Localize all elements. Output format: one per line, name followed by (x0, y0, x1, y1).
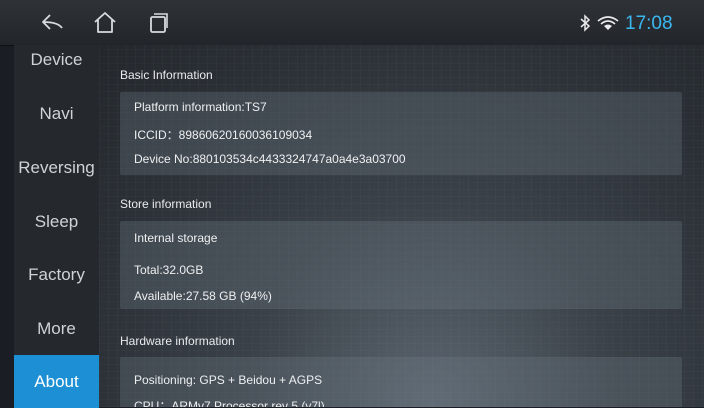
section-title-store: Store information (120, 197, 212, 211)
bluetooth-icon (580, 14, 591, 32)
wifi-icon (597, 16, 619, 30)
basic-info-panel: Platform information:TS7 ICCID：898606201… (120, 92, 682, 175)
positioning-info: Positioning: GPS + Beidou + AGPS (134, 373, 323, 387)
clock: 17:08 (625, 13, 673, 34)
sidebar-item-about[interactable]: About (14, 355, 99, 408)
sidebar-item-factory[interactable]: Factory (14, 248, 99, 301)
storage-available: Available:27.58 GB (94%) (134, 289, 272, 303)
sidebar-item-reversing[interactable]: Reversing (14, 141, 99, 194)
cpu-info: CPU：ARMv7 Processor rev 5 (v7l) (134, 399, 325, 407)
settings-sidebar: Device Navi Reversing Sleep Factory More… (14, 45, 99, 408)
recents-icon[interactable] (146, 10, 172, 36)
internal-storage-label: Internal storage (134, 231, 218, 245)
sidebar-item-label: More (37, 318, 76, 338)
platform-info: Platform information:TS7 (134, 100, 267, 114)
sidebar-item-device[interactable]: Device (14, 33, 99, 86)
section-title-basic: Basic Information (120, 68, 213, 82)
section-title-hardware: Hardware information (120, 334, 235, 348)
iccid-info: ICCID：89860620160036109034 (134, 128, 313, 142)
status-icons (580, 14, 619, 32)
sidebar-item-label: Navi (39, 103, 74, 123)
sidebar-item-label: About (34, 371, 79, 391)
screen: 17:08 Device Navi Reversing Sleep Factor… (0, 0, 704, 408)
store-info-panel: Internal storage Total:32.0GB Available:… (120, 221, 682, 309)
about-content[interactable]: Basic Information Platform information:T… (99, 45, 704, 407)
storage-total: Total:32.0GB (134, 263, 204, 277)
sidebar-item-more[interactable]: More (14, 302, 99, 355)
sidebar-item-label: Reversing (18, 157, 95, 177)
device-number: Device No:880103534c4433324747a0a4e3a037… (134, 152, 406, 166)
sidebar-item-label: Device (30, 49, 83, 69)
hardware-info-panel: Positioning: GPS + Beidou + AGPS CPU：ARM… (120, 357, 682, 407)
sidebar-item-sleep[interactable]: Sleep (14, 195, 99, 248)
sidebar-item-label: Factory (28, 264, 85, 284)
system-bar: 17:08 (0, 0, 704, 46)
sidebar-item-navi[interactable]: Navi (14, 87, 99, 140)
sidebar-item-label: Sleep (34, 211, 79, 231)
